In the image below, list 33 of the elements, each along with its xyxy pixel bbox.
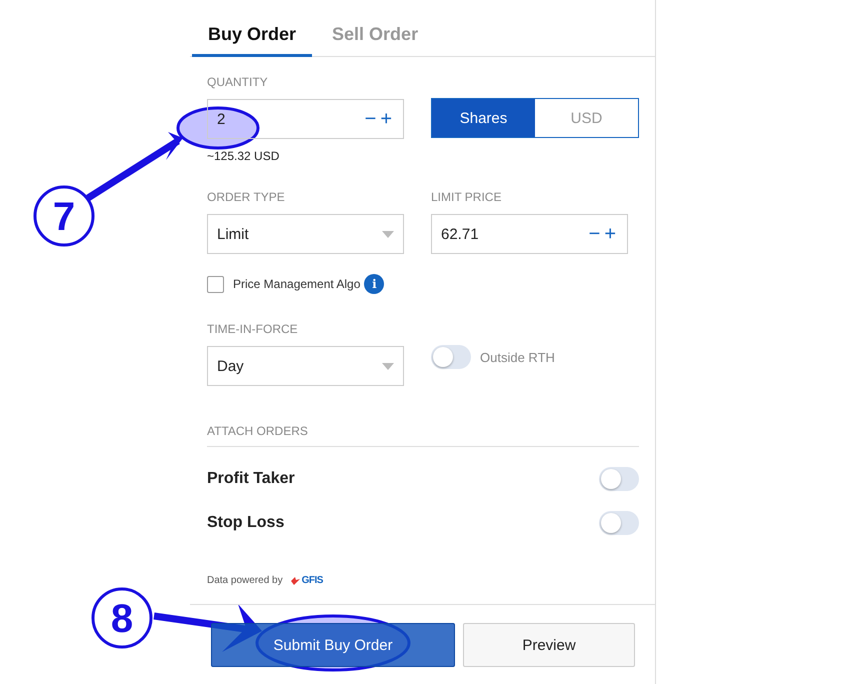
field-label: TIME-IN-FORCE [207,322,299,336]
checkbox[interactable] [207,276,224,292]
preview-button[interactable]: Preview [463,623,635,667]
toggle-label: Outside RTH [480,350,555,364]
caret-icon [382,362,394,370]
toggle-switch[interactable] [599,467,639,491]
attach-order-label: Stop Loss [207,514,284,532]
order-tab[interactable]: Buy Order [192,20,312,57]
toggle-switch[interactable] [431,345,471,369]
info-icon[interactable]: i [364,274,384,294]
unit-option[interactable]: Shares [432,99,535,137]
step-marker: 7 [34,186,94,246]
section-heading: ATTACH ORDERS [207,424,639,447]
field-label: ORDER TYPE [207,190,286,204]
decrement-button[interactable]: − [362,109,378,129]
field-label: QUANTITY [207,75,269,89]
decrement-button[interactable]: − [586,224,602,244]
brand-logo-text: GFIS [302,575,323,586]
attach-order-label: Profit Taker [207,470,295,488]
increment-button[interactable]: + [378,109,394,129]
caret-icon [382,230,394,238]
order-type-dropdown[interactable]: Limit [207,214,404,254]
step-marker: 8 [92,588,152,648]
checkbox-label: Price Management Algo [233,277,360,291]
submit-button[interactable]: Submit Buy Order [211,623,455,667]
limit-price-field[interactable]: 62.71 − + [431,214,628,254]
attribution-text: Data powered by [207,575,283,586]
time-in-force-dropdown[interactable]: Day [207,346,404,386]
estimate-text: ~125.32 USD [207,149,280,163]
toggle-switch[interactable] [599,511,639,535]
quantity-field[interactable]: 2 − + [207,99,404,139]
increment-button[interactable]: + [602,224,618,244]
field-label: LIMIT PRICE [431,190,502,204]
